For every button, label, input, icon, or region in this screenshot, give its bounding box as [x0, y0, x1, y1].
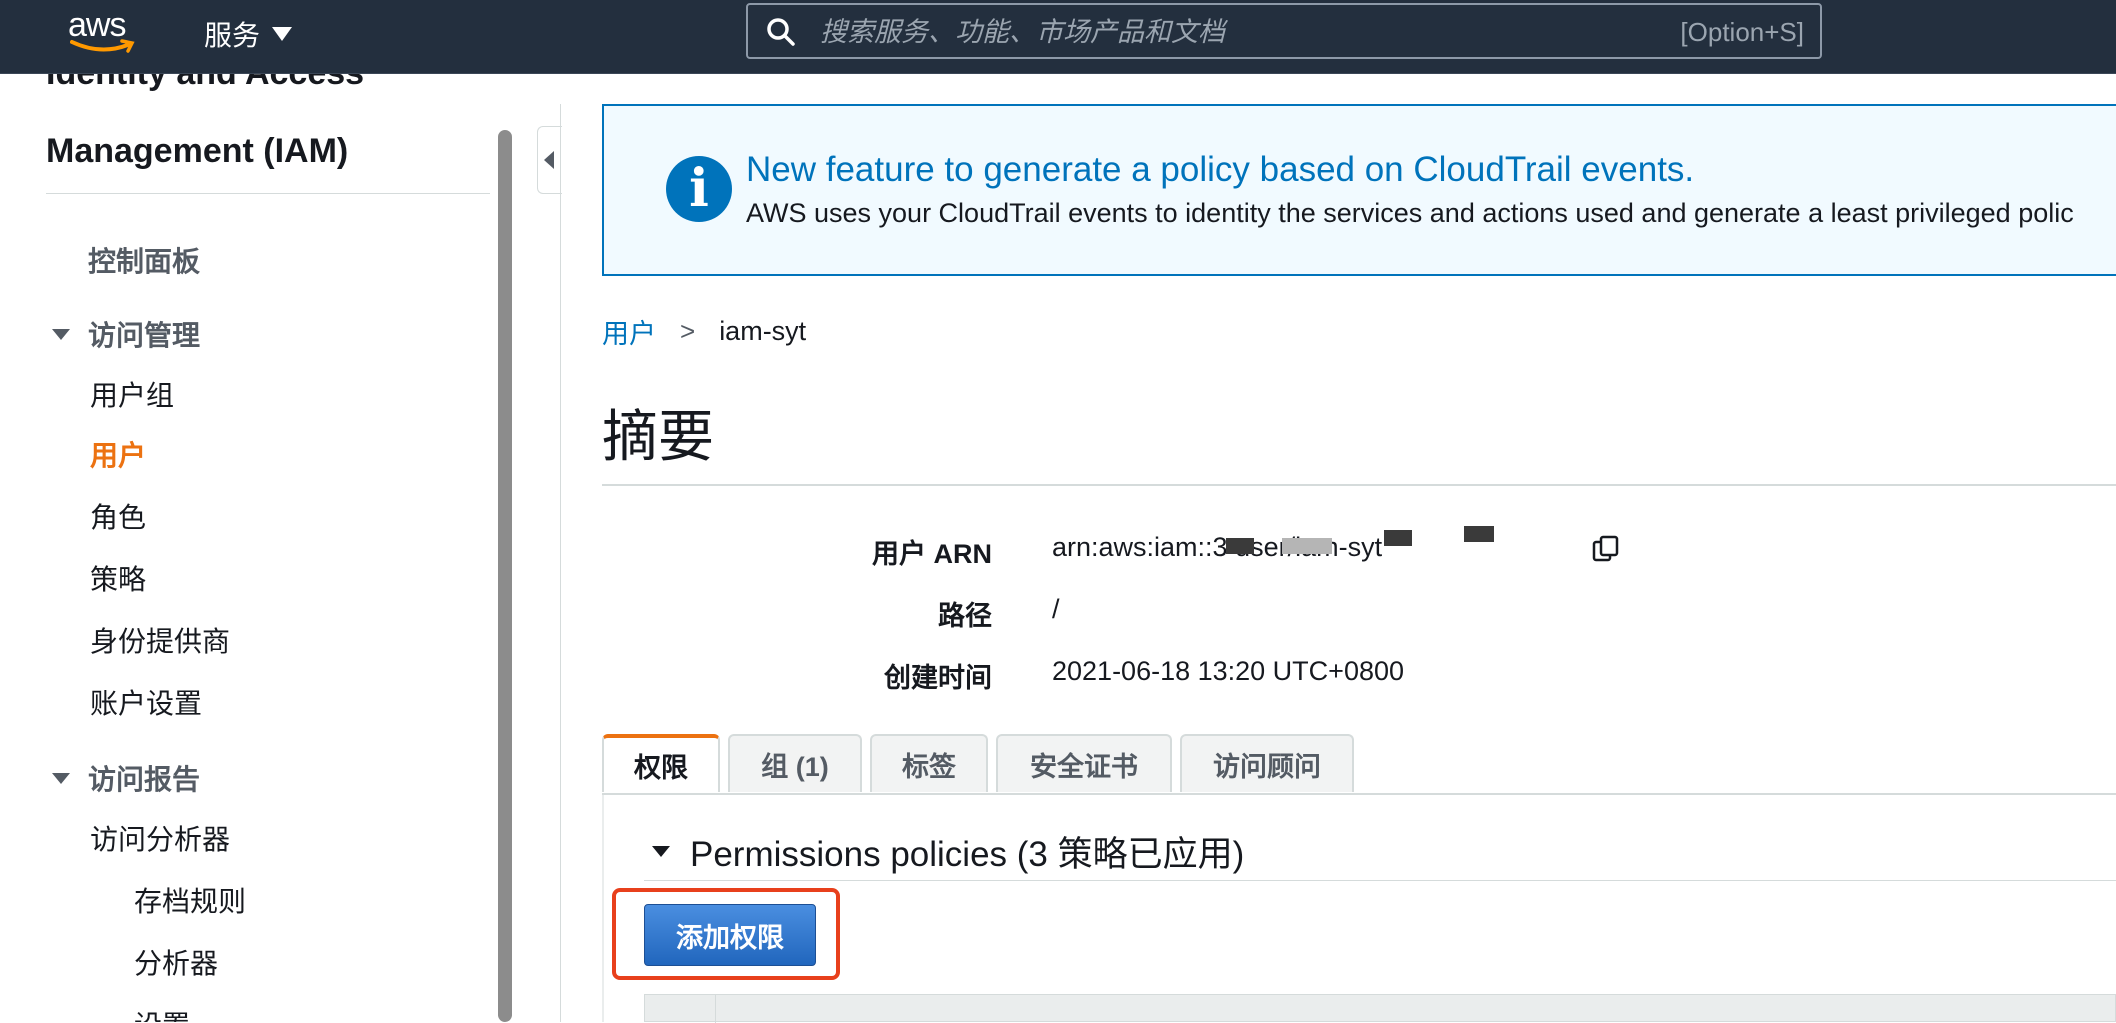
title-divider — [602, 484, 2116, 486]
services-label: 服务 — [204, 20, 261, 51]
search-input[interactable] — [818, 13, 1642, 51]
sidebar-item-user-groups[interactable]: 用户组 — [90, 374, 174, 414]
chevron-left-icon — [544, 151, 554, 169]
info-banner: i New feature to generate a policy based… — [602, 104, 2116, 276]
breadcrumb-users-link[interactable]: 用户 — [602, 312, 656, 351]
info-icon: i — [666, 156, 732, 222]
redaction-mark — [1282, 538, 1332, 554]
redaction-mark — [1226, 538, 1254, 554]
path-value: / — [1052, 594, 1060, 624]
sidebar-item-users[interactable]: 用户 — [90, 434, 146, 474]
banner-title[interactable]: New feature to generate a policy based o… — [746, 150, 1694, 190]
tabs-divider — [602, 793, 2116, 795]
permissions-policies-header[interactable]: Permissions policies (3 策略已应用) — [652, 826, 1244, 877]
sidebar-item-dashboard[interactable]: 控制面板 — [88, 240, 200, 280]
copy-icon[interactable] — [1590, 534, 1622, 566]
services-menu[interactable]: 服务 — [204, 14, 293, 54]
banner-text: AWS uses your CloudTrail events to ident… — [746, 198, 2074, 228]
created-value: 2021-06-18 13:20 UTC+0800 — [1052, 656, 1405, 686]
search-shortcut-hint: [Option+S] — [1680, 17, 1804, 47]
panel-border — [602, 795, 604, 1022]
search-box[interactable]: [Option+S] — [746, 3, 1822, 59]
arn-value: arn:aws:iam::3 user/iam-syt — [1052, 532, 1383, 562]
add-permissions-button[interactable]: 添加权限 — [644, 904, 816, 966]
tab-tags[interactable]: 标签 — [870, 734, 988, 792]
caret-down-icon — [652, 846, 670, 857]
sidebar-scrollbar[interactable] — [498, 130, 512, 1022]
sidebar-item-identity-providers[interactable]: 身份提供商 — [90, 620, 230, 660]
arn-label: 用户 ARN — [872, 539, 992, 569]
sidebar-border — [560, 104, 561, 1022]
sidebar-item-archive-rules[interactable]: 存档规则 — [134, 880, 246, 920]
caret-down-icon — [52, 772, 70, 784]
redaction-mark — [1384, 530, 1412, 546]
sidebar-item-policies[interactable]: 策略 — [90, 558, 146, 598]
created-label: 创建时间 — [884, 663, 992, 693]
sidebar-section-label: 访问报告 — [88, 764, 201, 795]
sidebar-title-line1: Identity and Access — [46, 74, 364, 94]
sidebar-item-access-analyzer[interactable]: 访问分析器 — [90, 818, 230, 858]
redaction-mark — [1464, 526, 1494, 542]
sidebar-item-roles[interactable]: 角色 — [90, 496, 146, 536]
sidebar-item-account-settings[interactable]: 账户设置 — [90, 682, 202, 722]
sidebar-item-analyzers[interactable]: 分析器 — [134, 942, 218, 982]
sidebar-divider — [46, 193, 490, 194]
permissions-divider — [644, 880, 2116, 881]
chevron-right-icon: > — [680, 316, 696, 346]
tab-permissions[interactable]: 权限 — [602, 734, 720, 792]
caret-down-icon — [52, 328, 70, 340]
page-title: 摘要 — [602, 405, 714, 468]
aws-smile-icon — [70, 39, 135, 53]
sidebar-item-settings[interactable]: 设置 — [134, 1004, 190, 1022]
sidebar-section-access-reports[interactable]: 访问报告 — [52, 758, 200, 798]
breadcrumb: 用户 > iam-syt — [602, 312, 806, 351]
tab-security-credentials[interactable]: 安全证书 — [996, 734, 1172, 792]
breadcrumb-current: iam-syt — [719, 316, 807, 346]
path-label: 路径 — [938, 601, 992, 631]
detail-tabs: 权限 组 (1) 标签 安全证书 访问顾问 — [602, 734, 1354, 794]
sidebar-section-label: 访问管理 — [88, 320, 201, 351]
top-nav: aws 服务 [Option+S] — [0, 0, 2116, 74]
sidebar-section-access-management[interactable]: 访问管理 — [52, 314, 200, 354]
sidebar: Identity and Access Management (IAM) 控制面… — [0, 74, 500, 1022]
permissions-policies-title: Permissions policies (3 策略已应用) — [690, 835, 1245, 874]
sidebar-collapse-button[interactable] — [537, 126, 562, 194]
tab-access-advisor[interactable]: 访问顾问 — [1180, 734, 1354, 792]
aws-logo[interactable]: aws — [68, 6, 148, 56]
sidebar-title-line2: Management (IAM) — [46, 132, 349, 170]
search-icon — [767, 18, 795, 46]
caret-down-icon — [272, 27, 293, 41]
tab-groups[interactable]: 组 (1) — [728, 734, 862, 792]
policies-table-header — [644, 994, 2116, 1023]
table-column-divider — [715, 995, 716, 1023]
